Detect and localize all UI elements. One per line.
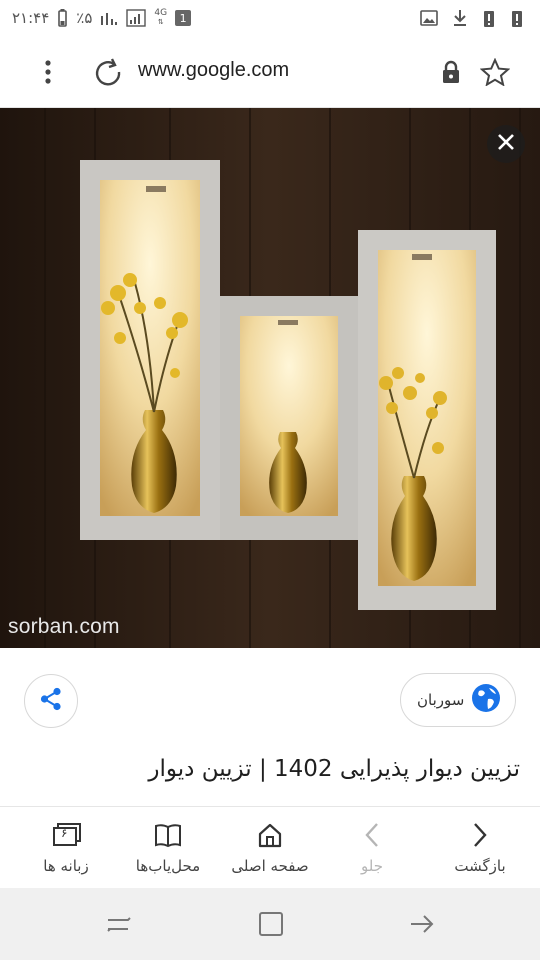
- nav-forward[interactable]: جلو: [334, 807, 410, 889]
- gallery-icon: [420, 10, 438, 26]
- star-icon[interactable]: [479, 57, 511, 87]
- reload-icon[interactable]: [92, 56, 124, 88]
- nav-forward-label: جلو: [361, 857, 383, 875]
- system-home-icon[interactable]: [256, 910, 286, 938]
- signal-icon: [100, 10, 118, 26]
- sim-badge: 1: [175, 10, 192, 26]
- bottom-nav: بازگشت جلو صفحه اصلی محل‌یاب‌ها ۶ زب: [0, 806, 540, 888]
- tabs-icon: ۶: [50, 819, 82, 851]
- browser-screen: ۲۱:۴۴ ٪۵ 4G ⇅ 1 www.google.com sorban.co…: [0, 0, 540, 960]
- decor-photo: [0, 108, 540, 648]
- nav-bookmarks-label: محل‌یاب‌ها: [135, 857, 201, 875]
- nav-tabs[interactable]: ۶ زبانه ها: [26, 807, 106, 889]
- source-chip[interactable]: سوربان: [400, 673, 516, 727]
- source-name: سوربان: [417, 691, 465, 709]
- nav-tabs-label: زبانه ها: [43, 857, 89, 875]
- status-time: ۲۱:۴۴: [12, 9, 50, 27]
- network-type-label: 4G: [154, 8, 168, 18]
- alert-icon-2: [510, 8, 524, 28]
- status-bar: ۲۱:۴۴ ٪۵ 4G ⇅ 1: [0, 0, 540, 36]
- bookmarks-icon: [153, 819, 183, 851]
- forward-icon: [364, 819, 380, 851]
- url-text[interactable]: www.google.com: [138, 59, 289, 82]
- lock-icon[interactable]: [440, 60, 462, 84]
- nav-home-label: صفحه اصلی: [231, 857, 309, 875]
- overflow-menu-icon[interactable]: [38, 58, 58, 86]
- status-right: [420, 8, 524, 28]
- globe-icon: [471, 683, 501, 717]
- nav-back[interactable]: بازگشت: [440, 807, 520, 889]
- system-back-icon[interactable]: [408, 910, 438, 938]
- home-icon: [256, 819, 284, 851]
- data-arrows-icon: ⇅: [157, 18, 164, 26]
- status-left: ۲۱:۴۴ ٪۵ 4G ⇅ 1: [12, 9, 192, 27]
- image-viewer[interactable]: [0, 108, 540, 648]
- tab-count: ۶: [61, 826, 68, 840]
- download-icon: [452, 9, 468, 27]
- close-image-button[interactable]: [487, 125, 525, 163]
- result-title[interactable]: تزیین دیوار پذیرایی 1402 | تزیین دیوار: [20, 750, 520, 806]
- back-icon: [472, 819, 488, 851]
- share-button[interactable]: [24, 674, 78, 728]
- signal-icon-2: [126, 9, 147, 27]
- address-bar: www.google.com: [0, 36, 540, 108]
- sim-badge-number: 1: [179, 11, 187, 25]
- share-icon: [38, 686, 64, 716]
- status-battery-percent: ٪۵: [76, 9, 93, 27]
- nav-bookmarks[interactable]: محل‌یاب‌ها: [124, 807, 212, 889]
- nav-back-label: بازگشت: [454, 857, 506, 875]
- alert-icon: [482, 8, 496, 28]
- image-watermark: sorban.com: [8, 615, 120, 638]
- network-type: 4G ⇅: [154, 9, 167, 27]
- nav-home[interactable]: صفحه اصلی: [222, 807, 318, 889]
- close-icon: [496, 132, 516, 156]
- battery-icon: [57, 9, 68, 27]
- recents-icon[interactable]: [104, 910, 134, 938]
- system-nav: [0, 888, 540, 960]
